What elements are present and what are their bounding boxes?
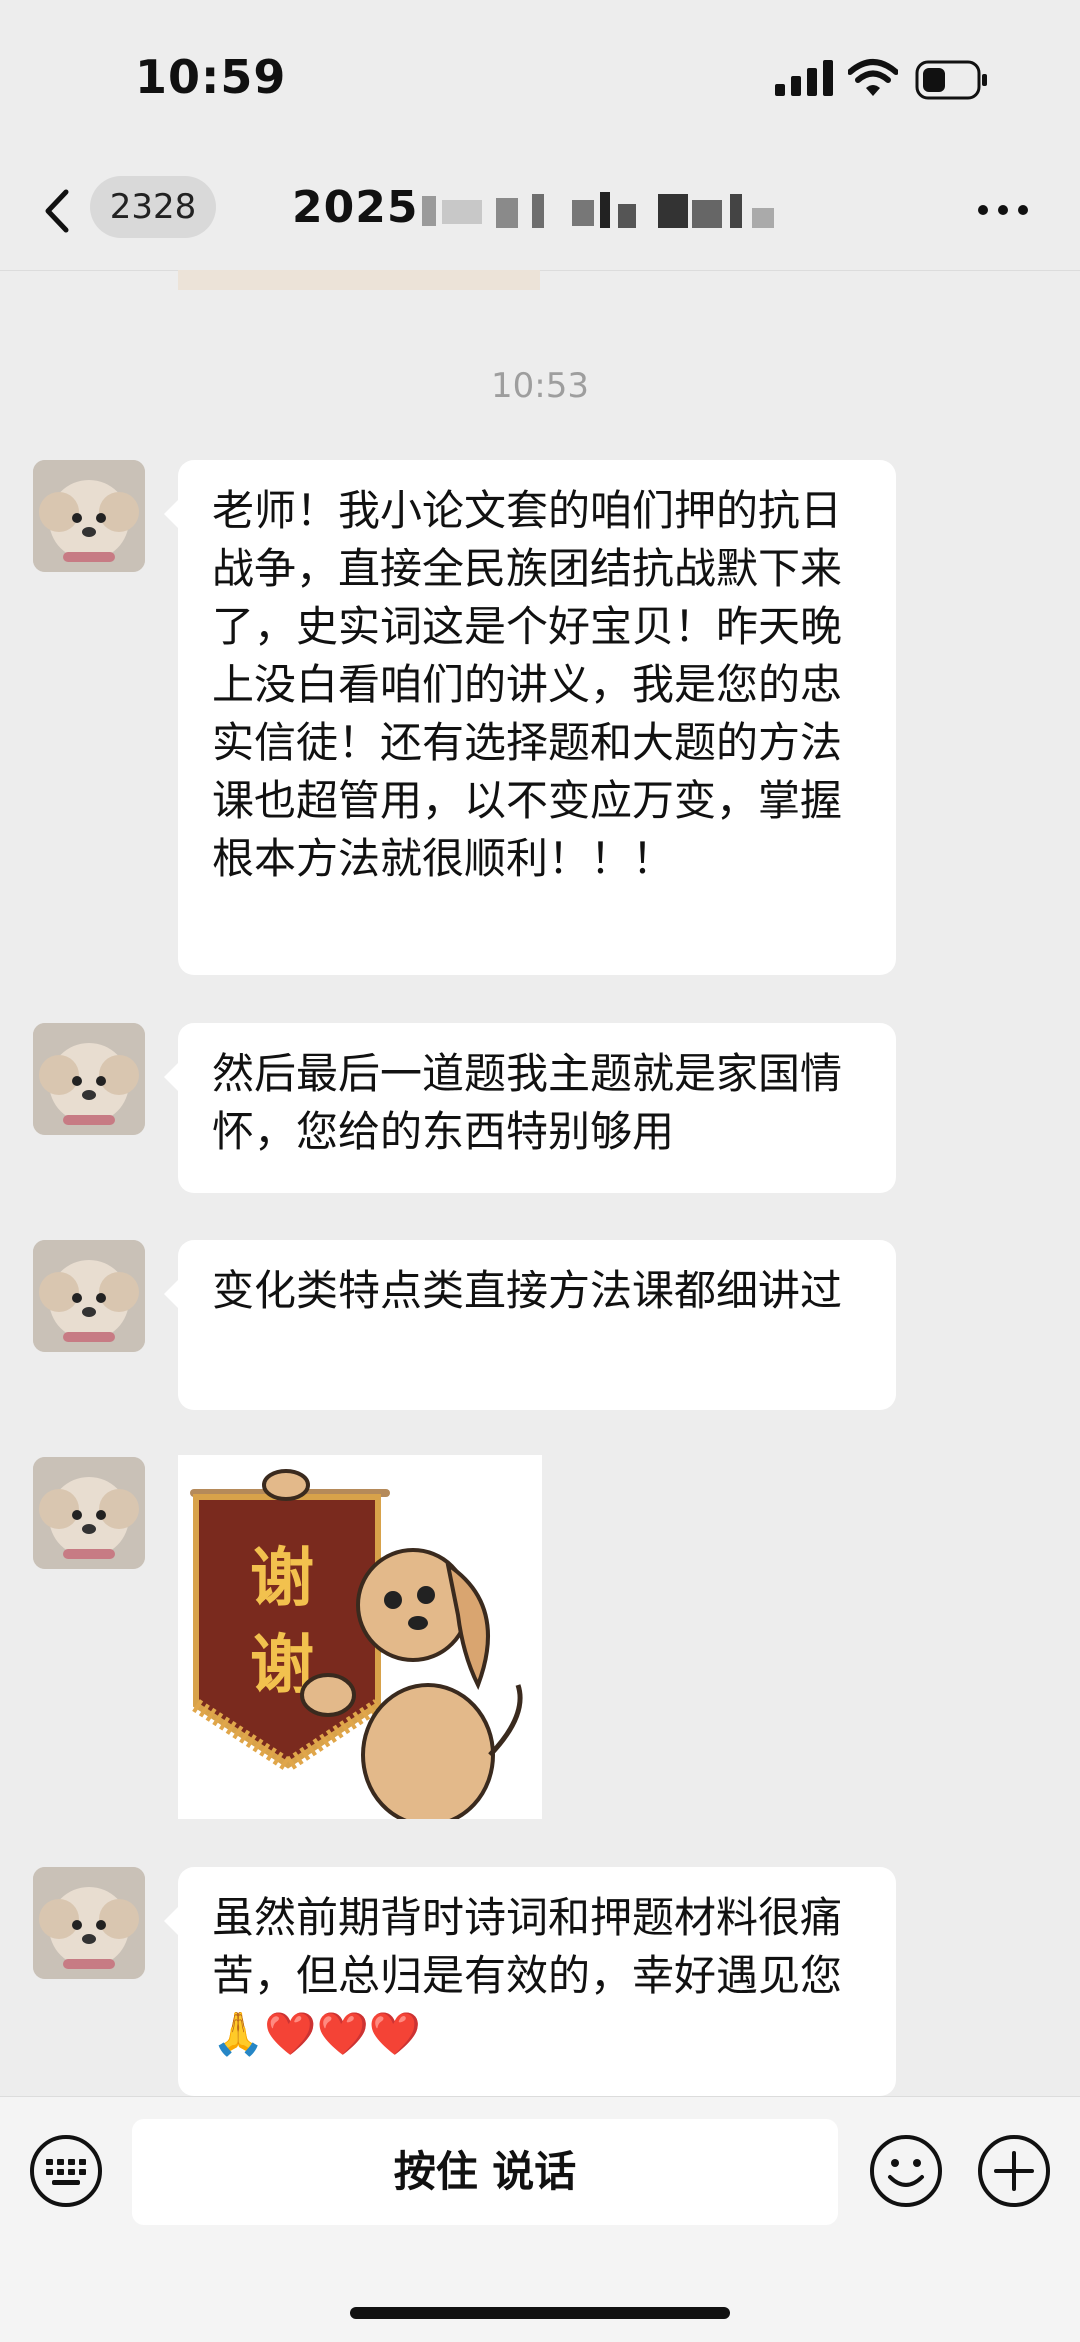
dog-avatar-icon: [33, 1867, 145, 1979]
avatar[interactable]: [33, 460, 145, 572]
avatar[interactable]: [33, 1457, 145, 1569]
dog-avatar-icon: [33, 460, 145, 572]
message-text: 变化类特点类直接方法课都细讲过: [212, 1266, 843, 1315]
more-options-icon[interactable]: [975, 202, 1031, 218]
keyboard-icon[interactable]: [28, 2133, 104, 2209]
battery-icon: [915, 60, 987, 100]
input-bar: 按住 说话: [0, 2096, 1080, 2342]
message-text: 虽然前期背时诗词和押题材料很痛苦，但总归是有效的，幸好遇见您🙏❤️❤️❤️: [212, 1893, 843, 2058]
timestamp-divider: 10:53: [491, 366, 589, 406]
message-bubble[interactable]: 然后最后一道题我主题就是家国情怀，您给的东西特别够用: [164, 1023, 896, 1193]
plus-icon[interactable]: [976, 2133, 1052, 2209]
redacted-title-mosaic: [422, 192, 774, 228]
cropped-previous-image[interactable]: [178, 270, 540, 290]
message-bubble[interactable]: 变化类特点类直接方法课都细讲过: [164, 1240, 896, 1410]
dog-avatar-icon: [33, 1240, 145, 1352]
hold-to-talk-button[interactable]: 按住 说话: [132, 2119, 838, 2225]
avatar[interactable]: [33, 1867, 145, 1979]
banner-char-1: 谢: [250, 1542, 314, 1616]
message-text: 老师！我小论文套的咱们押的抗日战争，直接全民族团结抗战默下来了，史实词这是个好宝…: [212, 486, 843, 883]
dog-avatar-icon: [33, 1023, 145, 1135]
cellular-signal-icon: [775, 60, 833, 96]
message-bubble[interactable]: 老师！我小论文套的咱们押的抗日战争，直接全民族团结抗战默下来了，史实词这是个好宝…: [164, 460, 896, 975]
wifi-icon: [848, 59, 898, 96]
message-bubble[interactable]: 虽然前期背时诗词和押题材料很痛苦，但总归是有效的，幸好遇见您🙏❤️❤️❤️: [164, 1867, 896, 2096]
emoji-icon[interactable]: [868, 2133, 944, 2209]
back-icon[interactable]: [42, 188, 72, 234]
chat-title: 2025: [292, 182, 419, 233]
chat-header: 2328 2025: [0, 150, 1080, 271]
thank-you-sticker[interactable]: 谢 谢: [178, 1455, 542, 1827]
status-time: 10:59: [135, 50, 287, 104]
unread-count-badge[interactable]: 2328: [90, 176, 216, 238]
avatar[interactable]: [33, 1023, 145, 1135]
avatar[interactable]: [33, 1240, 145, 1352]
home-indicator: [350, 2307, 730, 2319]
message-text: 然后最后一道题我主题就是家国情怀，您给的东西特别够用: [212, 1049, 843, 1156]
dog-avatar-icon: [33, 1457, 145, 1569]
